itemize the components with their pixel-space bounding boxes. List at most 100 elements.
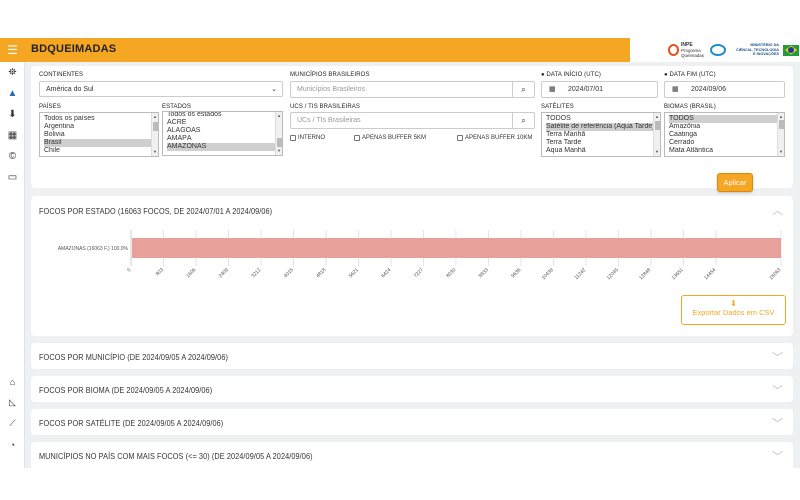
list-option[interactable]: Cerrado bbox=[669, 139, 780, 147]
inpe-sub2: Queimadas bbox=[681, 52, 705, 58]
municipios-input[interactable]: Municípios Brasileiros ⌕ bbox=[290, 81, 535, 98]
inpe-sub1: Programa bbox=[681, 47, 701, 53]
list-option[interactable]: Aqua Manhã bbox=[546, 147, 656, 155]
buffer5-checkbox[interactable]: APENAS BUFFER 5KM bbox=[354, 135, 426, 141]
panel-satelite-title: FOCOS POR SATÉLITE (DE 2024/09/05 A 2024… bbox=[39, 418, 224, 428]
chevron-down-icon[interactable]: ﹀ bbox=[772, 448, 783, 464]
list-option[interactable]: Caatinga bbox=[669, 131, 780, 139]
data-inicio-label-text: DATA INÍCIO (UTC) bbox=[546, 72, 601, 78]
app-title: BDQUEIMADAS bbox=[31, 43, 117, 55]
list-option[interactable]: Todos os estados bbox=[167, 112, 278, 119]
area-chart-icon[interactable]: ◺ bbox=[0, 392, 25, 413]
continentes-select[interactable]: América do Sul ⌄ bbox=[39, 81, 283, 97]
list-option[interactable]: Amazônia bbox=[669, 123, 780, 131]
apply-button[interactable]: Aplicar bbox=[717, 173, 753, 192]
x-tick-label: 12848 bbox=[638, 267, 652, 281]
x-tick-label: 7227 bbox=[413, 267, 425, 279]
checkbox-box[interactable] bbox=[290, 135, 296, 141]
monitor-icon[interactable]: ▭ bbox=[0, 167, 25, 188]
list-option[interactable]: Terra Manhã bbox=[546, 131, 656, 139]
list-option[interactable]: Chile bbox=[44, 147, 154, 155]
calendar-icon: ▦ bbox=[549, 86, 556, 93]
database-icon[interactable]: ☰ bbox=[0, 38, 25, 62]
chevron-down-icon: ⌄ bbox=[271, 86, 277, 93]
interno-checkbox[interactable]: INTERNO bbox=[290, 135, 325, 141]
panel-focos-municipio[interactable]: FOCOS POR MUNICÍPIO (DE 2024/09/05 A 202… bbox=[31, 343, 793, 369]
satelites-listbox[interactable]: TODOS Satélite de referência (Aqua Tarde)… bbox=[541, 112, 661, 157]
brazil-flag-icon bbox=[783, 44, 800, 56]
download-icon: ⬇ bbox=[730, 299, 737, 308]
satelites-label: SATÉLITES bbox=[541, 104, 574, 110]
biomas-listbox[interactable]: TODOS Amazônia Caatinga Cerrado Mata Atlânti… bbox=[664, 112, 785, 157]
panel-municipios-pais-title: MUNICÍPIOS NO PAÍS COM MAIS FOCOS (<= 30… bbox=[39, 451, 313, 461]
ucs-input[interactable]: UCs / TIs Brasileiras ⌕ bbox=[290, 112, 535, 129]
list-option[interactable]: Satélite de referência (Aqua Tarde) bbox=[546, 123, 656, 131]
sidebar: ☰ ⛯ ▲ ⬇ ▦ © ▭ ⌂ ◺ ⟋ ◔ bbox=[0, 38, 25, 468]
copyright-icon[interactable]: © bbox=[0, 146, 25, 167]
top-bar: BDQUEIMADAS bbox=[25, 38, 630, 62]
checkbox-box[interactable] bbox=[457, 135, 463, 141]
list-option[interactable]: TODOS bbox=[669, 115, 780, 123]
list-option[interactable]: Brasil bbox=[44, 139, 154, 147]
ministry-logo: MINISTÉRIO DA CIÊNCIA, TECNOLOGIA E INOV… bbox=[736, 43, 779, 56]
list-option[interactable]: ACRE bbox=[167, 119, 278, 127]
buffer5-label: APENAS BUFFER 5KM bbox=[362, 135, 427, 141]
list-option[interactable]: AMAPÁ bbox=[167, 135, 278, 143]
chevron-down-icon[interactable]: ﹀ bbox=[772, 415, 783, 431]
x-tick-label: 16063 bbox=[768, 267, 782, 281]
scrollbar[interactable]: ▲ ▼ bbox=[777, 113, 784, 156]
list-option[interactable]: Todos os países bbox=[44, 115, 154, 123]
estado-bar-chart: AMAZONAS (16063 F.) 100.0% 0 803 1606 2409 32… bbox=[58, 230, 783, 281]
data-inicio-label: ● DATA INÍCIO (UTC) bbox=[541, 72, 601, 78]
map-marker-icon[interactable]: ⛯ bbox=[0, 62, 25, 83]
scrollbar[interactable]: ▲ ▼ bbox=[653, 113, 660, 156]
list-option[interactable]: Terra Tarde bbox=[546, 139, 656, 147]
data-fim-value: 2024/09/06 bbox=[691, 86, 727, 93]
checkbox-box[interactable] bbox=[354, 135, 360, 141]
category-label: AMAZONAS (16063 F.) 100.0% bbox=[58, 246, 129, 252]
scrollbar[interactable]: ▲ ▼ bbox=[275, 112, 282, 155]
data-fim-label-text: DATA FIM (UTC) bbox=[669, 72, 716, 78]
paises-listbox[interactable]: Todos os países Argentina Bolivia Brasil Chi… bbox=[39, 112, 159, 157]
municipios-placeholder: Municípios Brasileiros bbox=[297, 86, 366, 93]
panel-focos-satelite[interactable]: FOCOS POR SATÉLITE (DE 2024/09/05 A 2024… bbox=[31, 409, 793, 435]
filters-panel: CONTINENTES América do Sul ⌄ MUNICÍPIOS … bbox=[31, 66, 793, 188]
search-icon[interactable]: ⌕ bbox=[512, 82, 534, 97]
panel-municipios-pais[interactable]: MUNICÍPIOS NO PAÍS COM MAIS FOCOS (<= 30… bbox=[31, 442, 793, 468]
list-option[interactable]: Bolivia bbox=[44, 131, 154, 139]
x-tick-label: 9636 bbox=[510, 267, 522, 279]
table-icon[interactable]: ▦ bbox=[0, 125, 25, 146]
export-csv-button[interactable]: ⬇ Exportar Dados em CSV bbox=[681, 295, 786, 325]
x-tick-label: 5621 bbox=[348, 267, 360, 279]
search-icon[interactable]: ⌕ bbox=[512, 113, 534, 128]
x-tick-label: 13651 bbox=[671, 267, 685, 281]
x-tick-label: 0 bbox=[126, 267, 132, 273]
line-chart-icon[interactable]: ⟋ bbox=[0, 413, 25, 434]
buffer10-checkbox[interactable]: APENAS BUFFER 10KM bbox=[457, 135, 532, 141]
estados-label: ESTADOS bbox=[162, 104, 191, 110]
panel-focos-bioma[interactable]: FOCOS POR BIOMA (DE 2024/09/05 A 2024/09… bbox=[31, 376, 793, 402]
x-tick-label: 12045 bbox=[606, 267, 620, 281]
continentes-value: América do Sul bbox=[46, 86, 94, 93]
list-option[interactable]: Mata Atlântica bbox=[669, 147, 780, 155]
pie-chart-icon[interactable]: ◔ bbox=[0, 434, 25, 455]
estados-listbox[interactable]: Todos os estados ACRE ALAGOAS AMAPÁ AMAZONAS… bbox=[162, 111, 283, 156]
list-option[interactable]: AMAZONAS bbox=[167, 143, 278, 151]
chevron-down-icon[interactable]: ﹀ bbox=[772, 349, 783, 365]
chart-line-icon[interactable]: ▲ bbox=[0, 83, 25, 104]
x-tick-label: 3212 bbox=[250, 267, 262, 279]
scrollbar[interactable]: ▲ ▼ bbox=[151, 113, 158, 156]
download-icon[interactable]: ⬇ bbox=[0, 104, 25, 125]
bar bbox=[132, 238, 781, 258]
home-icon[interactable]: ⌂ bbox=[0, 371, 25, 392]
panel-bioma-title: FOCOS POR BIOMA (DE 2024/09/05 A 2024/09… bbox=[39, 385, 213, 395]
ministry-line3: E INOVAÇÕES bbox=[752, 52, 780, 57]
chevron-down-icon[interactable]: ﹀ bbox=[772, 382, 783, 398]
continentes-label: CONTINENTES bbox=[39, 72, 84, 78]
list-option[interactable]: TODOS bbox=[546, 115, 656, 123]
data-fim-input[interactable]: ▦ 2024/09/06 bbox=[664, 81, 785, 98]
x-tick-label: 14454 bbox=[703, 267, 717, 281]
list-option[interactable]: Argentina bbox=[44, 123, 154, 131]
data-inicio-input[interactable]: ▦ 2024/07/01 bbox=[541, 81, 658, 98]
list-option[interactable]: ALAGOAS bbox=[167, 127, 278, 135]
